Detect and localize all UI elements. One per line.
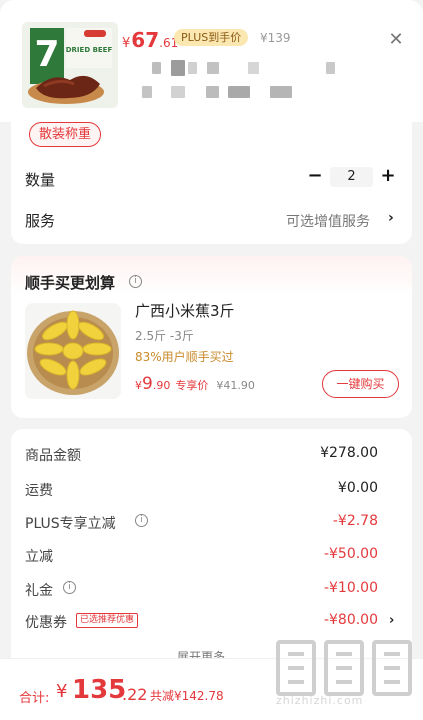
masked-text: [171, 60, 185, 76]
total-integer: 135: [72, 675, 127, 705]
chevron-right-icon[interactable]: ›: [389, 613, 394, 628]
close-icon[interactable]: ✕: [386, 30, 406, 50]
masked-text: [326, 62, 335, 74]
summary-label: 优惠券: [25, 615, 67, 631]
minus-button[interactable]: −: [306, 167, 324, 187]
coupon-badge: 已选推荐优惠: [76, 613, 139, 628]
addon-card: 顺手买更划算 i 广西小米蕉3斤 2.5斤 -3斤 83%用户顺手买过 ¥ 9 …: [11, 256, 412, 418]
summary-value: -¥2.78: [332, 513, 378, 529]
summary-label: 礼金: [25, 583, 53, 599]
addon-price-tag: 专享价: [175, 379, 209, 392]
price-integer: 67: [131, 28, 160, 52]
quantity-stepper: − 2 +: [306, 167, 397, 187]
addon-price: ¥ 9 .90 专享价 ¥41.90: [135, 374, 255, 394]
masked-text: [152, 62, 161, 74]
addon-price-decimal: .90: [152, 379, 171, 392]
addon-popularity: 83%用户顺手买过: [135, 350, 234, 364]
summary-value: ¥0.00: [337, 480, 378, 496]
masked-text: [228, 86, 250, 98]
summary-value: -¥50.00: [323, 546, 378, 562]
product-image: 7 DRIED BEEF: [22, 22, 118, 108]
package-number: 7: [34, 34, 59, 75]
package-label: DRIED BEEF: [66, 46, 113, 54]
addon-original-price: ¥41.90: [216, 379, 255, 392]
service-label: 服务: [25, 212, 56, 230]
summary-label: 运费: [25, 483, 53, 499]
quantity-label: 数量: [25, 171, 56, 189]
summary-value: -¥10.00: [323, 580, 378, 596]
masked-text: [142, 86, 152, 98]
total-saving: 共减¥142.78: [150, 689, 224, 703]
plus-price-badge: PLUS到手价: [174, 29, 249, 46]
info-icon[interactable]: i: [63, 581, 76, 594]
original-price: ¥139: [260, 31, 291, 45]
summary-label: 立减: [25, 549, 53, 565]
one-click-buy-button[interactable]: 一键购买: [322, 370, 399, 398]
product-header: 7 DRIED BEEF ¥ 67 .61 PLUS到手价 ¥139 ✕: [0, 0, 423, 122]
product-price: ¥ 67 .61: [122, 28, 178, 52]
addon-product-name[interactable]: 广西小米蕉3斤: [135, 300, 235, 321]
value-added-service-link[interactable]: 可选增值服务: [286, 211, 370, 231]
summary-label: PLUS专享立减: [25, 516, 116, 532]
quantity-input[interactable]: 2: [330, 167, 373, 187]
masked-text: [248, 62, 259, 74]
summary-label: 商品金额: [25, 448, 81, 464]
total-label: 合计:: [19, 691, 50, 706]
watermark-text: zhizhizhi.com: [276, 694, 364, 707]
masked-text: [188, 62, 197, 74]
masked-text: [206, 86, 219, 98]
chevron-right-icon[interactable]: ›: [388, 210, 394, 226]
coupon-value[interactable]: -¥80.00: [324, 612, 378, 628]
info-icon[interactable]: i: [129, 275, 142, 288]
addon-spec: 2.5斤 -3斤: [135, 329, 194, 343]
price-symbol: ¥: [122, 36, 131, 51]
masked-text: [270, 86, 292, 98]
addon-price-integer: 9: [142, 374, 153, 394]
total-symbol: ¥: [56, 681, 68, 702]
summary-value: ¥278.00: [320, 445, 378, 461]
weight-option-chip[interactable]: 散装称重: [29, 122, 102, 147]
masked-text: [207, 62, 219, 74]
options-card: 散装称重 数量 − 2 + 服务 可选增值服务 ›: [11, 112, 412, 244]
banana-image: [25, 303, 121, 399]
plus-button[interactable]: +: [379, 167, 397, 187]
total-decimal: .22: [122, 685, 148, 704]
addon-price-symbol: ¥: [135, 379, 142, 392]
info-icon[interactable]: i: [135, 514, 148, 527]
addon-title: 顺手买更划算: [25, 274, 116, 292]
masked-text: [171, 86, 185, 98]
